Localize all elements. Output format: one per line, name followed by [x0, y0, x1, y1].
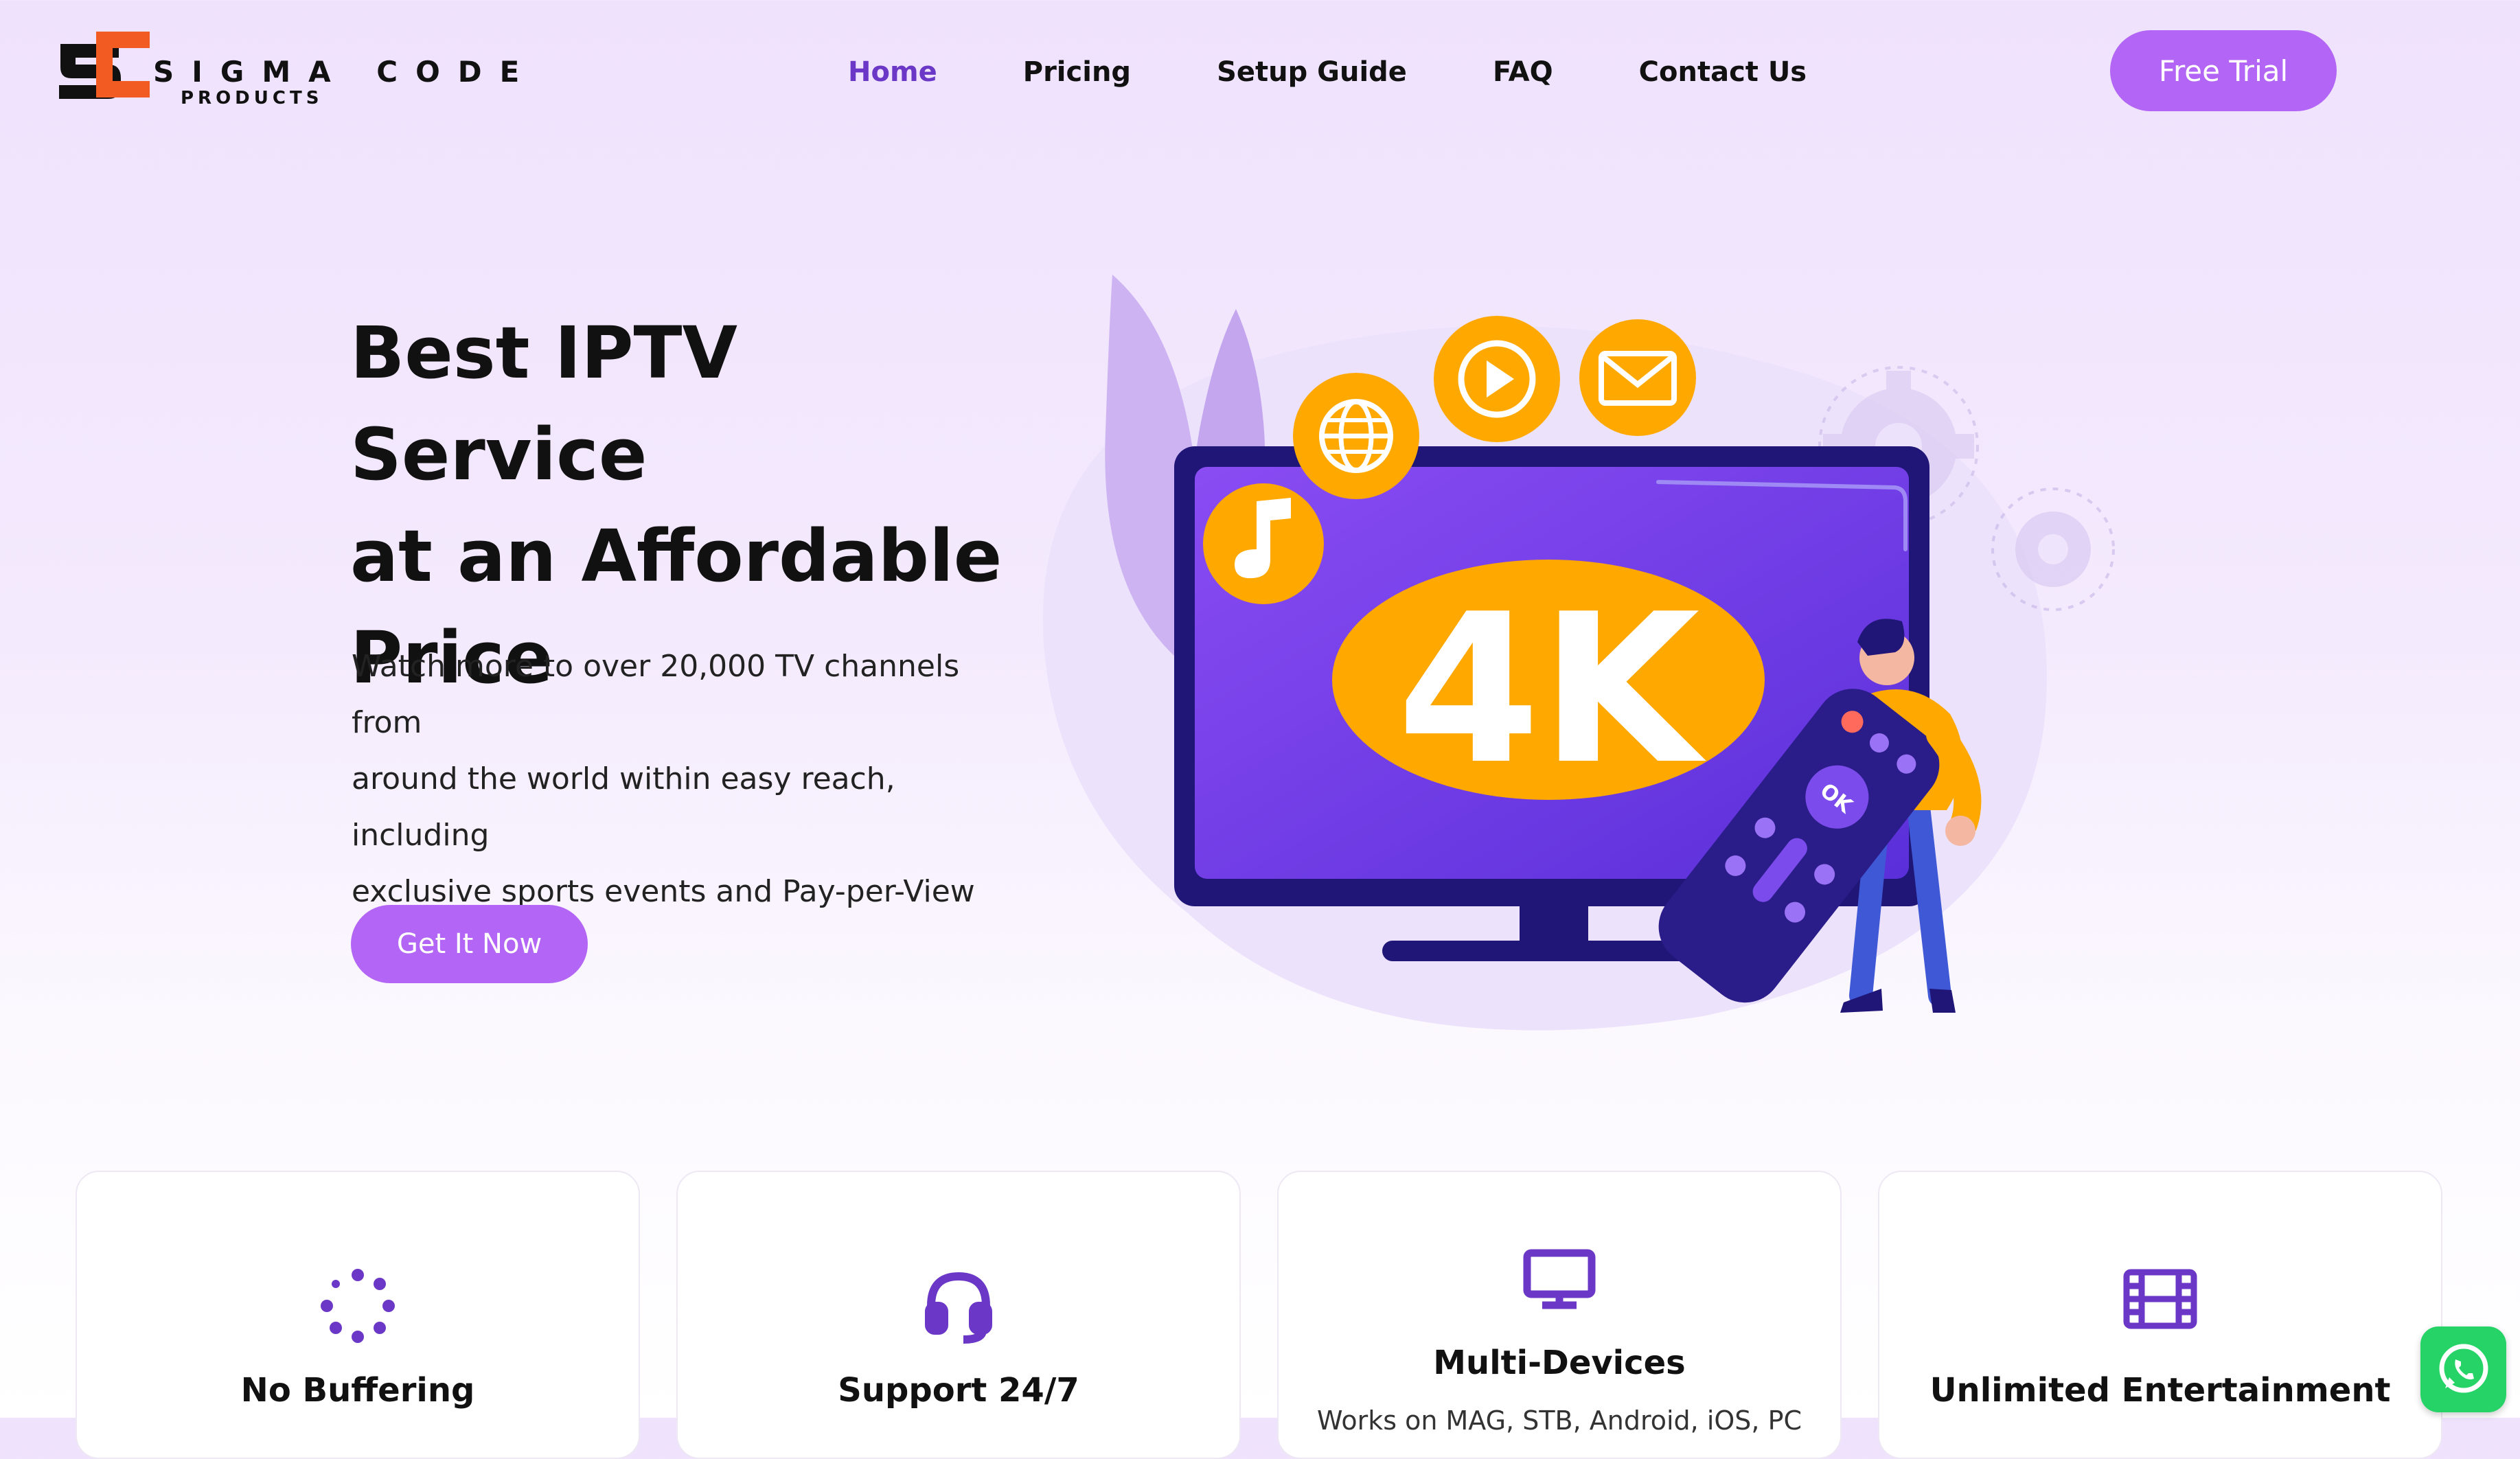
nav-home[interactable]: Home	[848, 56, 937, 88]
feature-subtitle: Works on MAG, STB, Android, iOS, PC	[1316, 1405, 1802, 1436]
feature-title: Support 24/7	[838, 1371, 1079, 1410]
hero-illustration: 4K OK	[1042, 275, 2115, 1031]
nav-faq[interactable]: FAQ	[1493, 56, 1553, 88]
hero-description-line: Watch more to over 20,000 TV channels fr…	[352, 649, 960, 740]
monitor-icon	[1279, 1248, 1840, 1309]
feature-card-unlimited: Unlimited Entertainment	[1878, 1171, 2442, 1459]
mail-icon	[1579, 319, 1696, 436]
feature-card-multi-devices: Multi-Devices Works on MAG, STB, Android…	[1277, 1171, 1842, 1459]
free-trial-button[interactable]: Free Trial	[2110, 30, 2337, 111]
feature-title: No Buffering	[240, 1371, 475, 1410]
logo-sub-text: PRODUCTS	[181, 88, 323, 108]
hero-description-line: around the world within easy reach, incl…	[352, 761, 895, 853]
nav-pricing[interactable]: Pricing	[1023, 56, 1131, 88]
nav-setup-guide[interactable]: Setup Guide	[1217, 56, 1407, 88]
whatsapp-button[interactable]	[2420, 1326, 2506, 1412]
hero-title-line: at an Affordable	[350, 514, 1003, 598]
get-it-now-button[interactable]: Get It Now	[351, 905, 588, 983]
music-icon	[1203, 483, 1324, 604]
film-icon	[1879, 1268, 2441, 1330]
logo-brand-text: SIGMA CODE	[153, 55, 538, 89]
main-nav: Home Pricing Setup Guide FAQ Contact Us	[848, 48, 1892, 96]
globe-icon	[1293, 373, 1419, 499]
feature-card-no-buffering: No Buffering	[76, 1171, 640, 1459]
nav-contact-us[interactable]: Contact Us	[1639, 56, 1807, 88]
4k-badge-text: 4K	[1397, 570, 1707, 809]
play-icon	[1434, 316, 1560, 442]
feature-title: Unlimited Entertainment	[1929, 1371, 2391, 1410]
site-logo[interactable]: SIGMA CODE PRODUCTS	[54, 29, 519, 115]
logo-mark-icon	[59, 32, 150, 99]
hero-title-line: Best IPTV Service	[350, 311, 737, 496]
whatsapp-icon	[2439, 1344, 2488, 1392]
feature-card-support: Support 24/7	[676, 1171, 1241, 1459]
headset-icon	[678, 1268, 1239, 1344]
feature-title: Multi-Devices	[1433, 1344, 1686, 1382]
spinner-icon	[77, 1268, 639, 1344]
